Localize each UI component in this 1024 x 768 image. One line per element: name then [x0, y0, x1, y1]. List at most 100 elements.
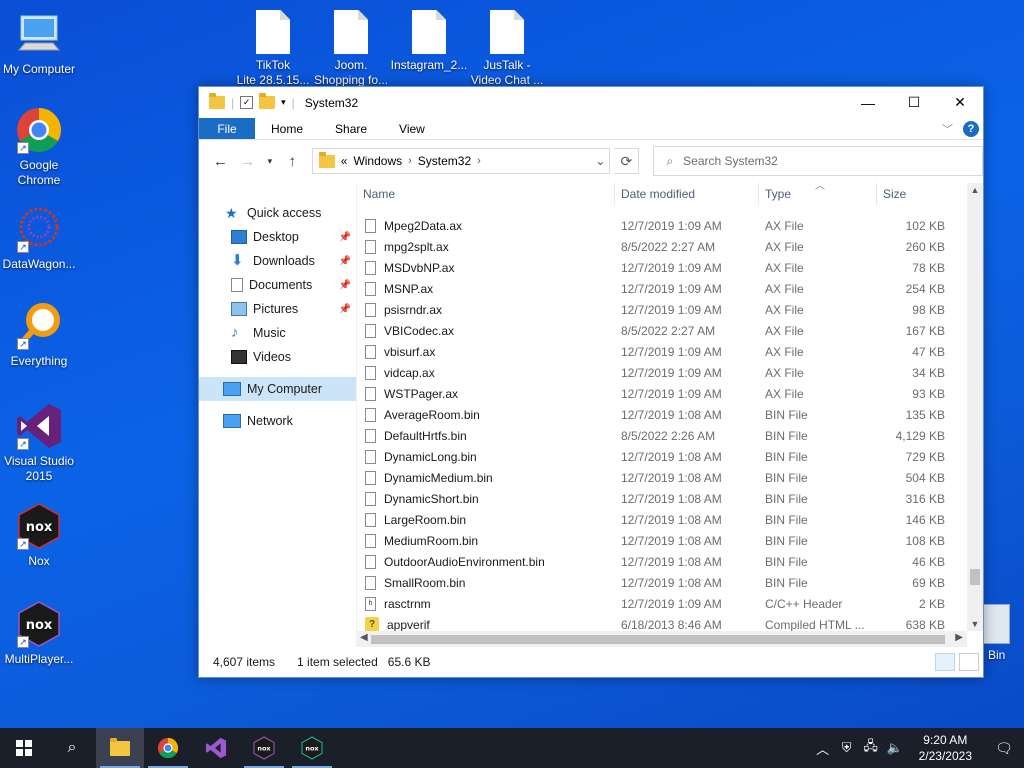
table-row[interactable]: Mpeg2Data.ax 12/7/2019 1:09 AM AX File 102 …	[357, 215, 983, 236]
scroll-right-icon[interactable]: ▶	[955, 632, 963, 643]
address-overflow[interactable]: «	[341, 154, 348, 168]
nav-quick-access[interactable]: ★ Quick access	[199, 201, 357, 225]
maximize-button[interactable]: ☐	[891, 87, 937, 118]
pin-icon[interactable]: 📌	[339, 232, 351, 243]
volume-icon[interactable]: 🔈	[883, 740, 907, 756]
details-view-button[interactable]	[935, 653, 955, 671]
table-row[interactable]: psisrndr.ax 12/7/2019 1:09 AM AX File 98 KB	[357, 299, 983, 320]
horizontal-scrollbar[interactable]: ◀ ▶	[357, 631, 967, 647]
vertical-scrollbar[interactable]: ▲ ▼	[967, 183, 983, 631]
address-bar[interactable]: « Windows › System32 › ⌄	[311, 148, 611, 174]
taskbar-chrome[interactable]	[144, 728, 192, 768]
breadcrumb-system32[interactable]: System32	[418, 154, 471, 168]
large-icons-view-button[interactable]	[959, 653, 979, 671]
desktop-icon-nox[interactable]: nox ↗ Nox	[0, 502, 78, 569]
title-bar[interactable]: | ✓ ▾ | System32 — ☐ ✕	[199, 87, 983, 118]
column-name[interactable]: Name	[357, 183, 615, 205]
desktop-icon-label: JusTalk -	[483, 58, 531, 72]
nav-music[interactable]: ♪ Music	[199, 321, 357, 345]
nav-documents[interactable]: Documents 📌	[199, 273, 357, 297]
properties-icon[interactable]: ✓	[240, 96, 254, 109]
forward-button[interactable]: →	[236, 153, 259, 170]
table-row[interactable]: MediumRoom.bin 12/7/2019 1:08 AM BIN File 1…	[357, 530, 983, 551]
desktop-file-instagram[interactable]: Instagram_2...	[390, 10, 468, 73]
table-row[interactable]: MSNP.ax 12/7/2019 1:09 AM AX File 254 KB	[357, 278, 983, 299]
desktop-file-joom[interactable]: Joom. Shopping fo...	[312, 10, 390, 88]
chevron-right-icon[interactable]: ›	[408, 155, 412, 167]
network-icon[interactable]: 🖧	[859, 737, 883, 759]
nav-downloads[interactable]: ⬇ Downloads 📌	[199, 249, 357, 273]
taskbar-search-button[interactable]: ⌕	[48, 728, 96, 768]
tab-file[interactable]: File	[199, 118, 255, 139]
show-hidden-icons-chevron-icon[interactable]: ︿	[811, 739, 835, 758]
column-date-modified[interactable]: Date modified	[615, 183, 759, 205]
table-row[interactable]: MSDvbNP.ax 12/7/2019 1:09 AM AX File 78 KB	[357, 257, 983, 278]
desktop-icon-multiplayer[interactable]: nox ↗ MultiPlayer...	[0, 600, 78, 667]
up-button[interactable]: ↑	[281, 153, 304, 170]
nav-my-computer[interactable]: My Computer	[199, 377, 357, 401]
nav-network[interactable]: Network	[199, 409, 357, 433]
taskbar-nox[interactable]: nox	[288, 728, 336, 768]
table-row[interactable]: h rasctrnm 12/7/2019 1:09 AM C/C++ Header 2 …	[357, 593, 983, 614]
table-row-partial[interactable]	[357, 205, 983, 215]
vertical-scroll-thumb[interactable]	[970, 569, 980, 585]
taskbar-visual-studio[interactable]	[192, 728, 240, 768]
desktop-icon-my-computer[interactable]: My Computer	[0, 10, 78, 77]
clock[interactable]: 9:20 AM 2/23/2023	[907, 732, 984, 764]
security-icon[interactable]: ⛨	[835, 740, 859, 756]
table-row[interactable]: DynamicLong.bin 12/7/2019 1:08 AM BIN File…	[357, 446, 983, 467]
table-row[interactable]: mpg2splt.ax 8/5/2022 2:27 AM AX File 260 KB	[357, 236, 983, 257]
desktop-file-justalk[interactable]: JusTalk - Video Chat ...	[468, 10, 546, 88]
table-row[interactable]: LargeRoom.bin 12/7/2019 1:08 AM BIN File 14…	[357, 509, 983, 530]
search-input[interactable]: Search System32	[683, 154, 778, 168]
back-button[interactable]: ←	[209, 153, 232, 170]
horizontal-scroll-thumb[interactable]	[371, 635, 945, 644]
scroll-left-icon[interactable]: ◀	[360, 632, 368, 643]
desktop-icon-datawagon[interactable]: ↗ DataWagon...	[0, 205, 78, 272]
pin-icon[interactable]: 📌	[339, 280, 351, 291]
close-button[interactable]: ✕	[937, 87, 983, 118]
desktop-icon-chrome[interactable]: ↗ Google Chrome	[0, 106, 78, 188]
nav-pictures[interactable]: Pictures 📌	[199, 297, 357, 321]
expand-ribbon-icon[interactable]: ﹀	[942, 121, 953, 137]
column-size[interactable]: Size	[877, 183, 947, 205]
notification-center-icon[interactable]: 🗨	[984, 740, 1024, 757]
tab-home[interactable]: Home	[255, 118, 319, 139]
chevron-right-icon[interactable]: ›	[477, 155, 481, 167]
recent-locations-button[interactable]: ▾	[263, 156, 276, 167]
tab-share[interactable]: Share	[319, 118, 383, 139]
file-date: 8/5/2022 2:27 AM	[621, 239, 716, 254]
table-row[interactable]: DefaultHrtfs.bin 8/5/2022 2:26 AM BIN File…	[357, 425, 983, 446]
customize-toolbar-icon[interactable]: ▾	[281, 97, 286, 108]
table-row[interactable]: SmallRoom.bin 12/7/2019 1:08 AM BIN File 69…	[357, 572, 983, 593]
pin-icon[interactable]: 📌	[339, 256, 351, 267]
table-row[interactable]: DynamicMedium.bin 12/7/2019 1:08 AM BIN Fi…	[357, 467, 983, 488]
desktop-icon-visual-studio[interactable]: ↗ Visual Studio 2015	[0, 402, 78, 484]
desktop-file-tiktok[interactable]: TikTok Lite 28.5.15...	[234, 10, 312, 88]
file-name: DefaultHrtfs.bin	[384, 428, 467, 443]
scroll-down-icon[interactable]: ▼	[967, 619, 983, 629]
taskbar-file-explorer[interactable]	[96, 728, 144, 768]
start-button[interactable]	[0, 728, 48, 768]
new-folder-icon[interactable]	[259, 93, 276, 109]
taskbar-nox-multiplayer[interactable]: nox	[240, 728, 288, 768]
refresh-button[interactable]: ⟳	[614, 148, 640, 174]
table-row[interactable]: VBICodec.ax 8/5/2022 2:27 AM AX File 167 KB	[357, 320, 983, 341]
help-icon[interactable]: ?	[963, 120, 979, 137]
table-row[interactable]: WSTPager.ax 12/7/2019 1:09 AM AX File 93 KB	[357, 383, 983, 404]
nav-videos[interactable]: Videos	[199, 345, 357, 369]
tab-view[interactable]: View	[383, 118, 441, 139]
minimize-button[interactable]: —	[845, 87, 891, 118]
breadcrumb-windows[interactable]: Windows	[353, 154, 402, 168]
table-row[interactable]: DynamicShort.bin 12/7/2019 1:08 AM BIN Fil…	[357, 488, 983, 509]
address-dropdown-icon[interactable]: ⌄	[591, 154, 609, 168]
search-box[interactable]: ⌕ Search System32	[653, 146, 984, 176]
table-row[interactable]: AverageRoom.bin 12/7/2019 1:08 AM BIN File…	[357, 404, 983, 425]
table-row[interactable]: vidcap.ax 12/7/2019 1:09 AM AX File 34 KB	[357, 362, 983, 383]
desktop-icon-everything[interactable]: ↗ Everything	[0, 302, 78, 369]
scroll-up-icon[interactable]: ▲	[967, 185, 983, 195]
table-row[interactable]: OutdoorAudioEnvironment.bin 12/7/2019 1:0…	[357, 551, 983, 572]
pin-icon[interactable]: 📌	[339, 304, 351, 315]
table-row[interactable]: vbisurf.ax 12/7/2019 1:09 AM AX File 47 KB	[357, 341, 983, 362]
nav-desktop[interactable]: Desktop 📌	[199, 225, 357, 249]
